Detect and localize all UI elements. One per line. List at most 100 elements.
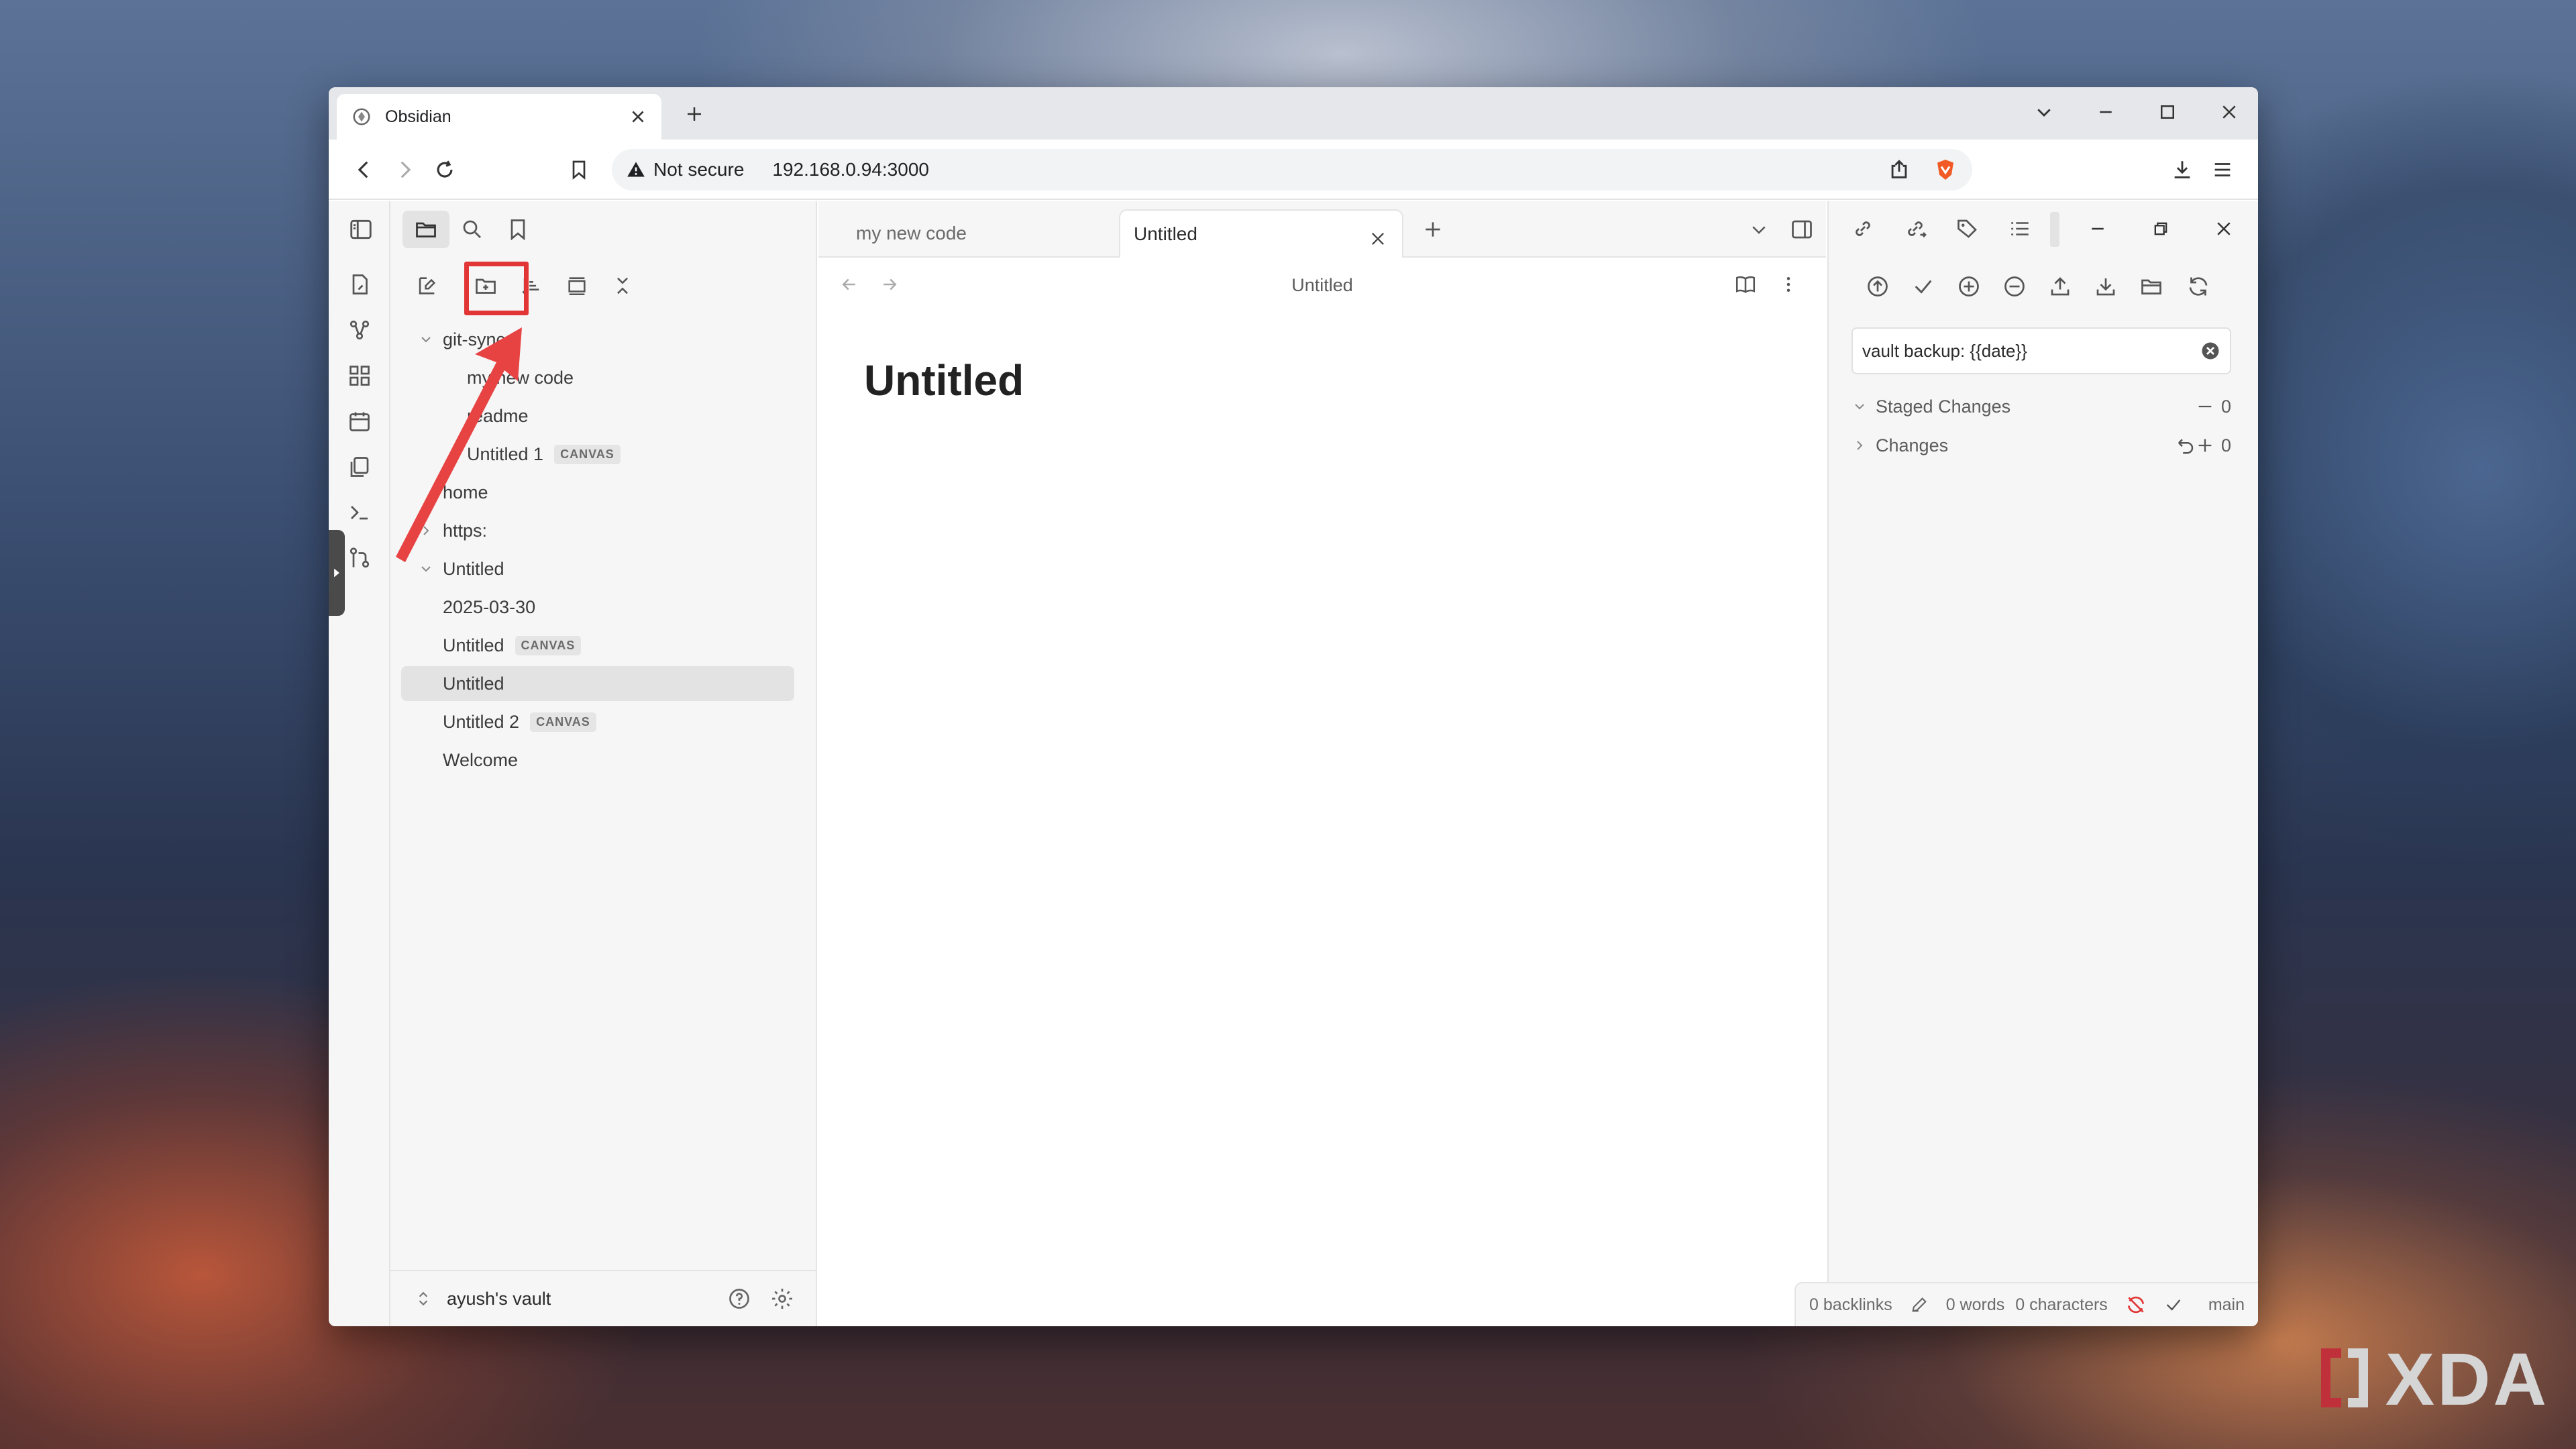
url-text[interactable]: 192.168.0.94:3000 <box>772 159 1888 180</box>
reading-view-book-icon[interactable] <box>1733 272 1758 297</box>
tree-file-untitled-1[interactable]: Untitled 1 CANVAS <box>401 437 806 472</box>
minimize-icon[interactable] <box>2090 97 2121 127</box>
tree-file-untitled-2[interactable]: Untitled 2 CANVAS <box>401 704 806 739</box>
tree-item-label: home <box>443 482 488 502</box>
more-options-icon[interactable] <box>1776 272 1801 297</box>
note-title[interactable]: Untitled <box>864 356 1024 405</box>
close-tab-icon[interactable] <box>1364 225 1391 252</box>
toggle-left-sidebar-icon[interactable] <box>346 215 376 244</box>
tree-file-untitled-canvas[interactable]: Untitled CANVAS <box>401 628 806 663</box>
templates-icon[interactable] <box>345 452 374 482</box>
tree-file-home[interactable]: home <box>401 475 806 510</box>
minimize-panel-icon[interactable] <box>2084 215 2112 243</box>
new-tab-plus-icon[interactable] <box>1419 216 1446 243</box>
change-layout-folder-icon[interactable] <box>2137 272 2165 301</box>
auto-reveal-icon[interactable] <box>562 271 592 301</box>
close-window-icon[interactable] <box>2214 97 2245 127</box>
ribbon-collapse-handle[interactable] <box>329 530 345 616</box>
vault-footer: ayush's vault <box>390 1270 816 1326</box>
browser-tab-obsidian[interactable]: Obsidian <box>337 94 661 140</box>
canvas-icon[interactable] <box>345 361 374 390</box>
vault-name[interactable]: ayush's vault <box>447 1289 551 1309</box>
tree-file-my-new-code[interactable]: my new code <box>401 360 806 395</box>
tab-search-chevron-icon[interactable] <box>2029 97 2059 127</box>
browser-toolbar: Not secure 192.168.0.94:3000 <box>329 140 2258 200</box>
edit-pencil-icon[interactable] <box>1910 1295 1929 1314</box>
source-control-icon[interactable] <box>345 543 374 573</box>
tree-file-untitled-active[interactable]: Untitled <box>401 666 794 701</box>
close-panel-icon[interactable] <box>2210 215 2238 243</box>
not-secure-label[interactable]: Not secure <box>653 159 744 180</box>
push-upload-icon[interactable] <box>2046 272 2074 301</box>
forward-arrow-icon[interactable] <box>389 154 420 185</box>
left-ribbon <box>329 201 390 1326</box>
back-arrow-icon[interactable] <box>349 154 380 185</box>
new-note-icon[interactable] <box>412 271 441 301</box>
tree-item-label: https: <box>443 520 488 541</box>
brave-shield-icon[interactable] <box>1933 158 1957 182</box>
share-icon[interactable] <box>1888 158 1911 181</box>
tree-file-welcome[interactable]: Welcome <box>401 743 806 777</box>
files-tab-folder-icon[interactable] <box>411 215 441 244</box>
terminal-icon[interactable] <box>345 498 374 527</box>
tree-folder-https[interactable]: https: <box>401 513 806 548</box>
tab-list-chevron-icon[interactable] <box>1746 216 1772 243</box>
toggle-right-sidebar-icon[interactable] <box>1788 216 1815 243</box>
commit-check-icon[interactable] <box>1909 272 1937 301</box>
outline-list-icon[interactable] <box>2006 215 2034 243</box>
browser-tabbar: Obsidian <box>329 87 2258 140</box>
git-status-check-icon[interactable] <box>2164 1295 2183 1314</box>
restore-panel-icon[interactable] <box>2147 215 2175 243</box>
backlinks-count[interactable]: 0 backlinks <box>1809 1295 1892 1315</box>
clear-input-icon[interactable] <box>2200 341 2220 361</box>
collapse-all-icon[interactable] <box>608 271 637 301</box>
vault-switcher-icon[interactable] <box>412 1287 435 1310</box>
tree-folder-git-sync[interactable]: git-sync <box>401 322 806 357</box>
backlinks-icon[interactable] <box>1849 215 1877 243</box>
browser-menu-icon[interactable] <box>2207 154 2238 185</box>
changes-row[interactable]: Changes 0 <box>1851 428 2231 463</box>
changes-count: 0 <box>2220 435 2231 455</box>
tree-file-2025-03-30[interactable]: 2025-03-30 <box>401 590 806 625</box>
tab-my-new-code[interactable]: my new code <box>843 209 1111 258</box>
sync-error-icon[interactable] <box>2125 1294 2147 1316</box>
tree-folder-untitled[interactable]: Untitled <box>401 551 806 586</box>
commit-and-sync-icon[interactable] <box>1864 272 1892 301</box>
unstage-minus-icon[interactable] <box>2196 397 2214 416</box>
maximize-icon[interactable] <box>2152 97 2183 127</box>
new-tab-plus-icon[interactable] <box>681 101 708 127</box>
new-note-ribbon-icon[interactable] <box>345 270 374 299</box>
git-branch-name[interactable]: main <box>2208 1295 2245 1315</box>
tab-untitled[interactable]: Untitled <box>1119 209 1403 258</box>
tags-icon[interactable] <box>1953 215 1982 243</box>
discard-undo-icon[interactable] <box>2176 435 2196 455</box>
downloads-icon[interactable] <box>2167 154 2198 185</box>
commit-message-input[interactable]: vault backup: {{date}} <box>1851 327 2231 374</box>
pull-download-icon[interactable] <box>2092 272 2120 301</box>
xda-watermark: XDA <box>2314 1337 2549 1422</box>
calendar-icon[interactable] <box>345 407 374 436</box>
tree-item-label: Untitled <box>443 673 504 694</box>
browser-window: Obsidian Not secure 192.168.0.94:3000 gi… <box>329 87 2258 1326</box>
bookmark-icon[interactable] <box>564 154 594 185</box>
graph-view-icon[interactable] <box>345 315 374 345</box>
stage-all-plus-icon[interactable] <box>1955 272 1983 301</box>
staged-changes-label: Staged Changes <box>1876 396 2011 417</box>
unstage-all-minus-icon[interactable] <box>2000 272 2029 301</box>
tree-item-label: git-sync <box>443 329 506 350</box>
stage-plus-icon[interactable] <box>2196 436 2214 455</box>
close-tab-icon[interactable] <box>629 108 647 125</box>
annotation-highlight-box <box>464 262 529 315</box>
refresh-icon[interactable] <box>2184 272 2212 301</box>
settings-gear-icon[interactable] <box>769 1285 796 1312</box>
help-icon[interactable] <box>726 1285 753 1312</box>
tree-file-readme[interactable]: readme <box>401 398 806 433</box>
bookmarks-tab-icon[interactable] <box>503 215 533 244</box>
reload-icon[interactable] <box>429 154 460 185</box>
search-tab-icon[interactable] <box>458 215 487 244</box>
outgoing-links-icon[interactable] <box>1901 215 1929 243</box>
address-bar[interactable]: Not secure 192.168.0.94:3000 <box>612 149 1972 191</box>
staged-changes-row[interactable]: Staged Changes 0 <box>1851 389 2231 424</box>
obsidian-app: git-sync my new code readme Untitled 1 C… <box>329 201 2258 1326</box>
status-bar: 0 backlinks 0 words 0 characters main <box>1794 1282 2258 1326</box>
